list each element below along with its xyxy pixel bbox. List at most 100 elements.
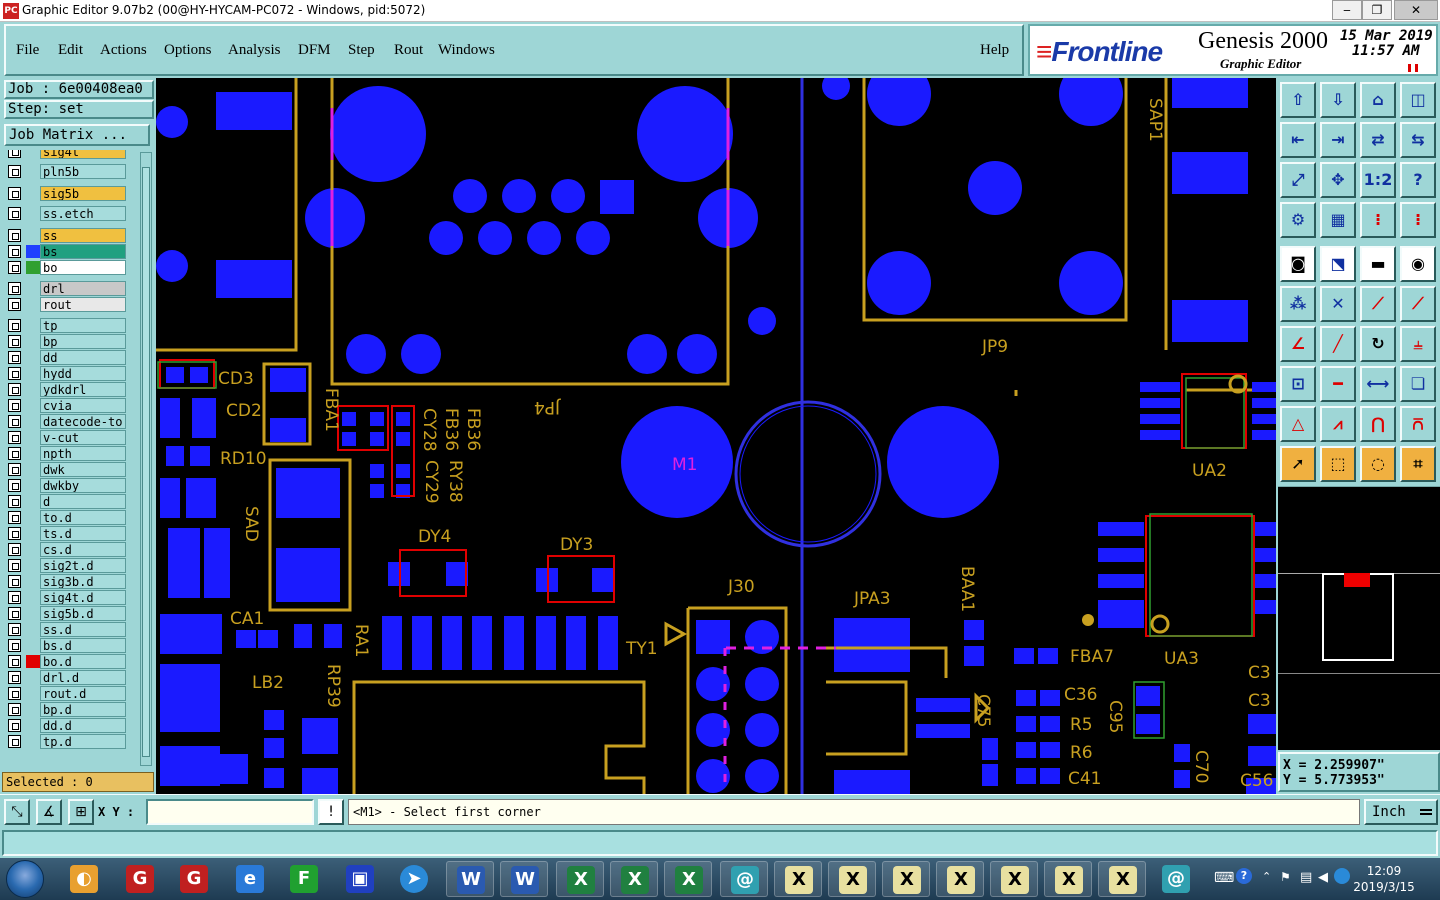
layer-checkbox[interactable]	[8, 511, 21, 524]
layer-checkbox[interactable]	[8, 319, 21, 332]
ruler-tool[interactable]: ▬	[1360, 246, 1396, 282]
layer-name[interactable]: pln5b	[40, 164, 126, 179]
layer-row[interactable]: sig2t.d	[6, 558, 126, 573]
layer-checkbox[interactable]	[8, 575, 21, 588]
layer-row[interactable]: bo	[6, 260, 126, 275]
taskbar-frontline[interactable]: F	[280, 861, 328, 897]
zoom-1to2-tool[interactable]: 1:2	[1360, 162, 1396, 198]
taskbar-app-swirl-2[interactable]: @	[1152, 861, 1200, 897]
layer-checkbox[interactable]	[8, 415, 21, 428]
layer-checkbox[interactable]	[8, 639, 21, 652]
update-icon[interactable]	[1334, 868, 1350, 884]
layer-name[interactable]: rout	[40, 297, 126, 312]
layer-row[interactable]: tp	[6, 318, 126, 333]
taskbar-xwin-1[interactable]: X	[774, 861, 822, 897]
layer-name[interactable]: sig3b.d	[40, 574, 126, 589]
layer-row[interactable]: cvia	[6, 398, 126, 413]
hline-tool[interactable]: ━	[1320, 366, 1356, 402]
open-job-tool[interactable]: ⇧	[1280, 82, 1316, 118]
mirror-tool[interactable]: ⇄	[1360, 122, 1396, 158]
measure-tool[interactable]: ⟷	[1360, 366, 1396, 402]
layer-checkbox[interactable]	[8, 245, 21, 258]
layer-checkbox[interactable]	[8, 447, 21, 460]
layer-name[interactable]: dwkby	[40, 478, 126, 493]
select-tool[interactable]: ➚	[1280, 446, 1316, 482]
taskbar-xwin-3[interactable]: X	[882, 861, 930, 897]
menu-edit[interactable]: Edit	[58, 42, 83, 59]
layer-checkbox[interactable]	[8, 719, 21, 732]
layer-row[interactable]: pln5b	[6, 164, 126, 179]
angle-tool[interactable]: ∠	[1280, 326, 1316, 362]
layer-checkbox[interactable]	[8, 671, 21, 684]
menu-windows[interactable]: Windows	[438, 42, 495, 59]
layer-checkbox[interactable]	[8, 687, 21, 700]
layer-name[interactable]: v-cut	[40, 430, 126, 445]
layer-name[interactable]: dd.d	[40, 718, 126, 733]
layer-name[interactable]: to.d	[40, 510, 126, 525]
layer-row[interactable]: sig5b.d	[6, 606, 126, 621]
layer-checkbox[interactable]	[8, 527, 21, 540]
taskbar-xwin-5[interactable]: X	[990, 861, 1038, 897]
layer-name[interactable]: bp.d	[40, 702, 126, 717]
select-circle-tool[interactable]: ◌	[1360, 446, 1396, 482]
layer-checkbox[interactable]	[8, 607, 21, 620]
layer-name[interactable]: ss.d	[40, 622, 126, 637]
taskbar-excel-3[interactable]: X	[664, 861, 712, 897]
snap-tool[interactable]: ⁝	[1360, 202, 1396, 238]
cross-tool[interactable]: ✕	[1320, 286, 1356, 322]
swap-tool[interactable]: ⇆	[1400, 122, 1436, 158]
layer-name[interactable]: hydd	[40, 366, 126, 381]
menu-options[interactable]: Options	[164, 42, 212, 59]
square-point-tool[interactable]: ⊡	[1280, 366, 1316, 402]
taskbar-excel-1[interactable]: X	[556, 861, 604, 897]
layer-name[interactable]: rout.d	[40, 686, 126, 701]
layer-checkbox[interactable]	[8, 479, 21, 492]
layer-name[interactable]: sig5b	[40, 186, 126, 201]
minimize-button[interactable]: ‒	[1332, 0, 1362, 20]
snap-mode-button[interactable]: ⤡	[4, 799, 30, 825]
layer-name[interactable]: bs	[40, 244, 126, 259]
taskbar-xwin-7[interactable]: X	[1098, 861, 1146, 897]
scrollbar-thumb[interactable]	[142, 167, 150, 757]
layer-row[interactable]: sig3b.d	[6, 574, 126, 589]
menu-analysis[interactable]: Analysis	[228, 42, 281, 59]
layer-row[interactable]: cs.d	[6, 542, 126, 557]
menu-help[interactable]: Help	[980, 42, 1009, 59]
menu-file[interactable]: File	[16, 42, 39, 59]
layer-row[interactable]: bp	[6, 334, 126, 349]
restore-button[interactable]: ❐	[1362, 0, 1392, 20]
arc-tool[interactable]: ↻	[1360, 326, 1396, 362]
layer-checkbox[interactable]	[8, 623, 21, 636]
volume-icon[interactable]: ◀	[1318, 870, 1328, 885]
arch-tool[interactable]: ⋂	[1360, 406, 1396, 442]
start-button[interactable]	[6, 860, 44, 898]
layer-checkbox[interactable]	[8, 703, 21, 716]
graphic-canvas[interactable]: CD3 CD2 RD10 FBA1 CY28 FB36 FB36 CY29 RY…	[156, 78, 1276, 794]
pad-tool[interactable]: ◙	[1280, 246, 1316, 282]
line-point-tool[interactable]: ⟋	[1360, 286, 1396, 322]
layer-row[interactable]: drl.d	[6, 670, 126, 685]
layer-row[interactable]: rout.d	[6, 686, 126, 701]
taskbar-messenger[interactable]: ➤	[390, 861, 438, 897]
layer-row[interactable]: v-cut	[6, 430, 126, 445]
layer-row[interactable]: bs	[6, 244, 126, 259]
grid-snap-button[interactable]: ⊞	[68, 799, 94, 825]
settings-tool[interactable]: ⚙	[1280, 202, 1316, 238]
layer-row[interactable]: dwkby	[6, 478, 126, 493]
layer-name[interactable]: ydkdrl	[40, 382, 126, 397]
layer-name[interactable]: d	[40, 494, 126, 509]
taskbar-excel-2[interactable]: X	[610, 861, 658, 897]
layer-name[interactable]: dd	[40, 350, 126, 365]
help-tool[interactable]: ?	[1400, 162, 1436, 198]
triangle-tool[interactable]: △	[1280, 406, 1316, 442]
layer-name[interactable]: bo.d	[40, 654, 126, 669]
layer-checkbox[interactable]	[8, 207, 21, 220]
connect-tool[interactable]: ⁂	[1280, 286, 1316, 322]
layer-row[interactable]: ss.etch	[6, 206, 126, 221]
layer-checkbox[interactable]	[8, 351, 21, 364]
layer-name[interactable]: sig5b.d	[40, 606, 126, 621]
layer-checkbox[interactable]	[8, 655, 21, 668]
layer-checkbox[interactable]	[8, 735, 21, 748]
layer-row[interactable]: dwk	[6, 462, 126, 477]
layer-checkbox[interactable]	[8, 261, 21, 274]
